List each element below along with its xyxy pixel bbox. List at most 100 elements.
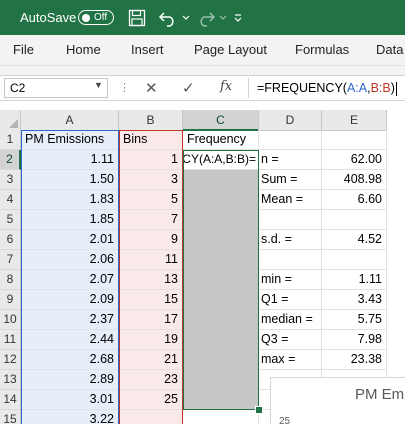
column-header-c[interactable]: C — [183, 110, 259, 131]
row-header-5[interactable]: 5 — [0, 210, 21, 230]
cell-a1[interactable]: PM Emissions — [21, 130, 119, 150]
row-header-4[interactable]: 4 — [0, 190, 21, 210]
cell-c13[interactable] — [183, 370, 259, 390]
cell-a3[interactable]: 1.50 — [21, 170, 119, 190]
cell-a9[interactable]: 2.09 — [21, 290, 119, 310]
cell-a5[interactable]: 1.85 — [21, 210, 119, 230]
cell-c6[interactable] — [183, 230, 259, 250]
enter-check-icon[interactable]: ✓ — [182, 79, 195, 97]
cell-c5[interactable] — [183, 210, 259, 230]
cell-a6[interactable]: 2.01 — [21, 230, 119, 250]
name-box[interactable]: C2 — [4, 78, 108, 98]
cell-d12[interactable]: max = — [259, 350, 322, 370]
tab-page-layout[interactable]: Page Layout — [194, 35, 267, 65]
cell-b15[interactable] — [119, 410, 183, 424]
cell-b14[interactable]: 25 — [119, 390, 183, 410]
customize-toolbar-icon[interactable] — [233, 0, 243, 35]
cell-c1[interactable]: Frequency — [183, 130, 259, 150]
cell-c15[interactable] — [183, 410, 259, 424]
cell-e9[interactable]: 3.43 — [322, 290, 387, 310]
cell-c14[interactable] — [183, 390, 259, 410]
tab-home[interactable]: Home — [66, 35, 101, 65]
formula-input[interactable]: =FREQUENCY(A:A,B:B) — [257, 76, 397, 100]
tab-formulas[interactable]: Formulas — [295, 35, 349, 65]
row-header-3[interactable]: 3 — [0, 170, 21, 190]
row-header-15[interactable]: 15 — [0, 410, 21, 424]
cell-a13[interactable]: 2.89 — [21, 370, 119, 390]
column-header-d[interactable]: D — [259, 110, 322, 131]
column-header-e[interactable]: E — [322, 110, 387, 131]
cell-a4[interactable]: 1.83 — [21, 190, 119, 210]
cell-d4[interactable]: Mean = — [259, 190, 322, 210]
cell-b7[interactable]: 11 — [119, 250, 183, 270]
cell-c8[interactable] — [183, 270, 259, 290]
save-icon[interactable] — [128, 0, 146, 35]
cell-a8[interactable]: 2.07 — [21, 270, 119, 290]
cell-e3[interactable]: 408.98 — [322, 170, 387, 190]
cell-c7[interactable] — [183, 250, 259, 270]
fill-handle[interactable] — [255, 406, 263, 414]
row-header-12[interactable]: 12 — [0, 350, 21, 370]
cell-e2[interactable]: 62.00 — [322, 150, 387, 170]
tab-file[interactable]: File — [13, 35, 34, 65]
name-box-dropdown-icon[interactable]: ▼ — [94, 80, 103, 90]
cell-d8[interactable]: min = — [259, 270, 322, 290]
row-header-8[interactable]: 8 — [0, 270, 21, 290]
row-header-11[interactable]: 11 — [0, 330, 21, 350]
tab-insert[interactable]: Insert — [131, 35, 164, 65]
cell-c12[interactable] — [183, 350, 259, 370]
row-header-13[interactable]: 13 — [0, 370, 21, 390]
cell-a15[interactable]: 3.22 — [21, 410, 119, 424]
cell-e12[interactable]: 23.38 — [322, 350, 387, 370]
cell-d6[interactable]: s.d. = — [259, 230, 322, 250]
cell-d3[interactable]: Sum = — [259, 170, 322, 190]
row-header-14[interactable]: 14 — [0, 390, 21, 410]
cell-d10[interactable]: median = — [259, 310, 322, 330]
row-header-2[interactable]: 2 — [0, 150, 21, 170]
cell-e7[interactable] — [322, 250, 387, 270]
cell-e11[interactable]: 7.98 — [322, 330, 387, 350]
cell-c2-active[interactable]: =FREQUENCY(A:A,B:B) — [183, 150, 259, 170]
formula-bar-splitter-icon[interactable]: ⋮ — [119, 81, 130, 94]
column-header-a[interactable]: A — [21, 110, 119, 131]
cell-b2[interactable]: 1 — [119, 150, 183, 170]
cell-b10[interactable]: 17 — [119, 310, 183, 330]
cell-c9[interactable] — [183, 290, 259, 310]
row-header-1[interactable]: 1 — [0, 130, 21, 150]
cancel-icon[interactable]: ✕ — [145, 79, 158, 97]
cell-c11[interactable] — [183, 330, 259, 350]
tab-data[interactable]: Data — [376, 35, 403, 65]
cell-a12[interactable]: 2.68 — [21, 350, 119, 370]
cell-b8[interactable]: 13 — [119, 270, 183, 290]
cell-b9[interactable]: 15 — [119, 290, 183, 310]
cell-b3[interactable]: 3 — [119, 170, 183, 190]
autosave-toggle[interactable]: Off — [78, 0, 114, 35]
cell-c4[interactable] — [183, 190, 259, 210]
column-header-b[interactable]: B — [119, 110, 183, 131]
cell-a7[interactable]: 2.06 — [21, 250, 119, 270]
row-header-10[interactable]: 10 — [0, 310, 21, 330]
cell-b6[interactable]: 9 — [119, 230, 183, 250]
cell-e5[interactable] — [322, 210, 387, 230]
undo-icon[interactable] — [158, 0, 178, 35]
cell-c3[interactable] — [183, 170, 259, 190]
cell-e8[interactable]: 1.11 — [322, 270, 387, 290]
cell-b12[interactable]: 21 — [119, 350, 183, 370]
cell-b4[interactable]: 5 — [119, 190, 183, 210]
cell-d2[interactable]: n = — [259, 150, 322, 170]
chart-object[interactable]: PM Em 25 — [270, 377, 405, 424]
cell-d5[interactable] — [259, 210, 322, 230]
worksheet-grid[interactable]: A B C D E 1 2 3 4 5 6 7 8 9 10 11 12 13 14 15 PM Emissions Bi… — [0, 110, 405, 424]
cell-e6[interactable]: 4.52 — [322, 230, 387, 250]
cell-a2[interactable]: 1.11 — [21, 150, 119, 170]
cell-e10[interactable]: 5.75 — [322, 310, 387, 330]
undo-dropdown-icon[interactable] — [182, 0, 190, 35]
cell-d7[interactable] — [259, 250, 322, 270]
cell-d11[interactable]: Q3 = — [259, 330, 322, 350]
insert-function-icon[interactable]: fx — [220, 79, 232, 94]
cell-a10[interactable]: 2.37 — [21, 310, 119, 330]
cell-b1[interactable]: Bins — [119, 130, 183, 150]
cell-d9[interactable]: Q1 = — [259, 290, 322, 310]
cell-a11[interactable]: 2.44 — [21, 330, 119, 350]
cell-c10[interactable] — [183, 310, 259, 330]
